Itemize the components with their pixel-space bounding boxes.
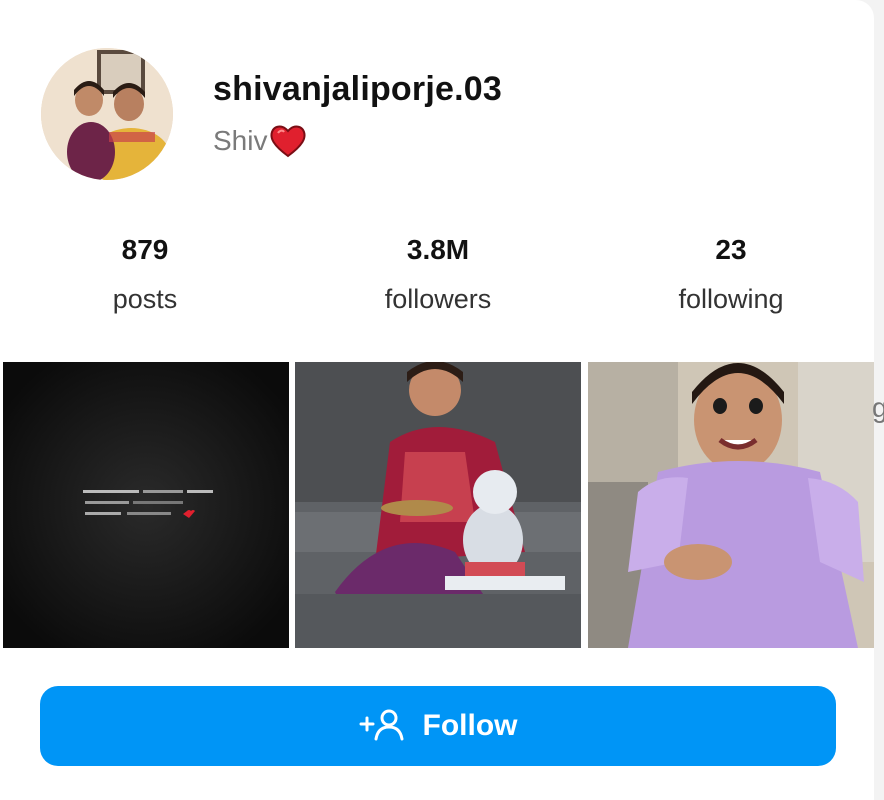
stat-posts-label: posts <box>112 284 178 314</box>
full-name: Shiv <box>213 124 307 158</box>
full-name-text: Shiv <box>213 125 268 156</box>
follow-button-label: Follow <box>422 709 518 742</box>
girl-purple-dress-image <box>588 362 874 648</box>
avatar[interactable] <box>41 48 173 180</box>
profile-stats: 879 posts 3.8M followers 23 following <box>0 230 874 330</box>
stat-posts-value: 879 <box>121 234 169 265</box>
quote-post-image <box>3 362 289 648</box>
ganesha-post-image <box>295 362 581 648</box>
stat-posts[interactable]: 879 posts <box>45 230 245 315</box>
add-person-icon <box>359 707 405 746</box>
stat-followers[interactable]: 3.8M followers <box>338 230 538 315</box>
post-thumbnail-1[interactable] <box>3 362 289 648</box>
stat-followers-value: 3.8M <box>406 234 470 265</box>
stat-following[interactable]: 23 following <box>631 230 831 315</box>
stat-following-value: 23 <box>715 234 747 265</box>
stat-following-label: following <box>678 284 784 314</box>
clipped-edge-text: g <box>872 392 884 423</box>
follow-button[interactable]: Follow <box>40 686 836 766</box>
heart-icon <box>269 124 307 158</box>
username[interactable]: shivanjaliporje.03 <box>213 70 502 109</box>
avatar-photo <box>41 48 173 180</box>
profile-preview-card: shivanjaliporje.03 Shiv 879 posts 3.8M f… <box>0 0 874 800</box>
post-thumbnail-3[interactable] <box>588 362 874 648</box>
stat-followers-label: followers <box>384 284 492 314</box>
post-thumbnail-2[interactable] <box>295 362 581 648</box>
